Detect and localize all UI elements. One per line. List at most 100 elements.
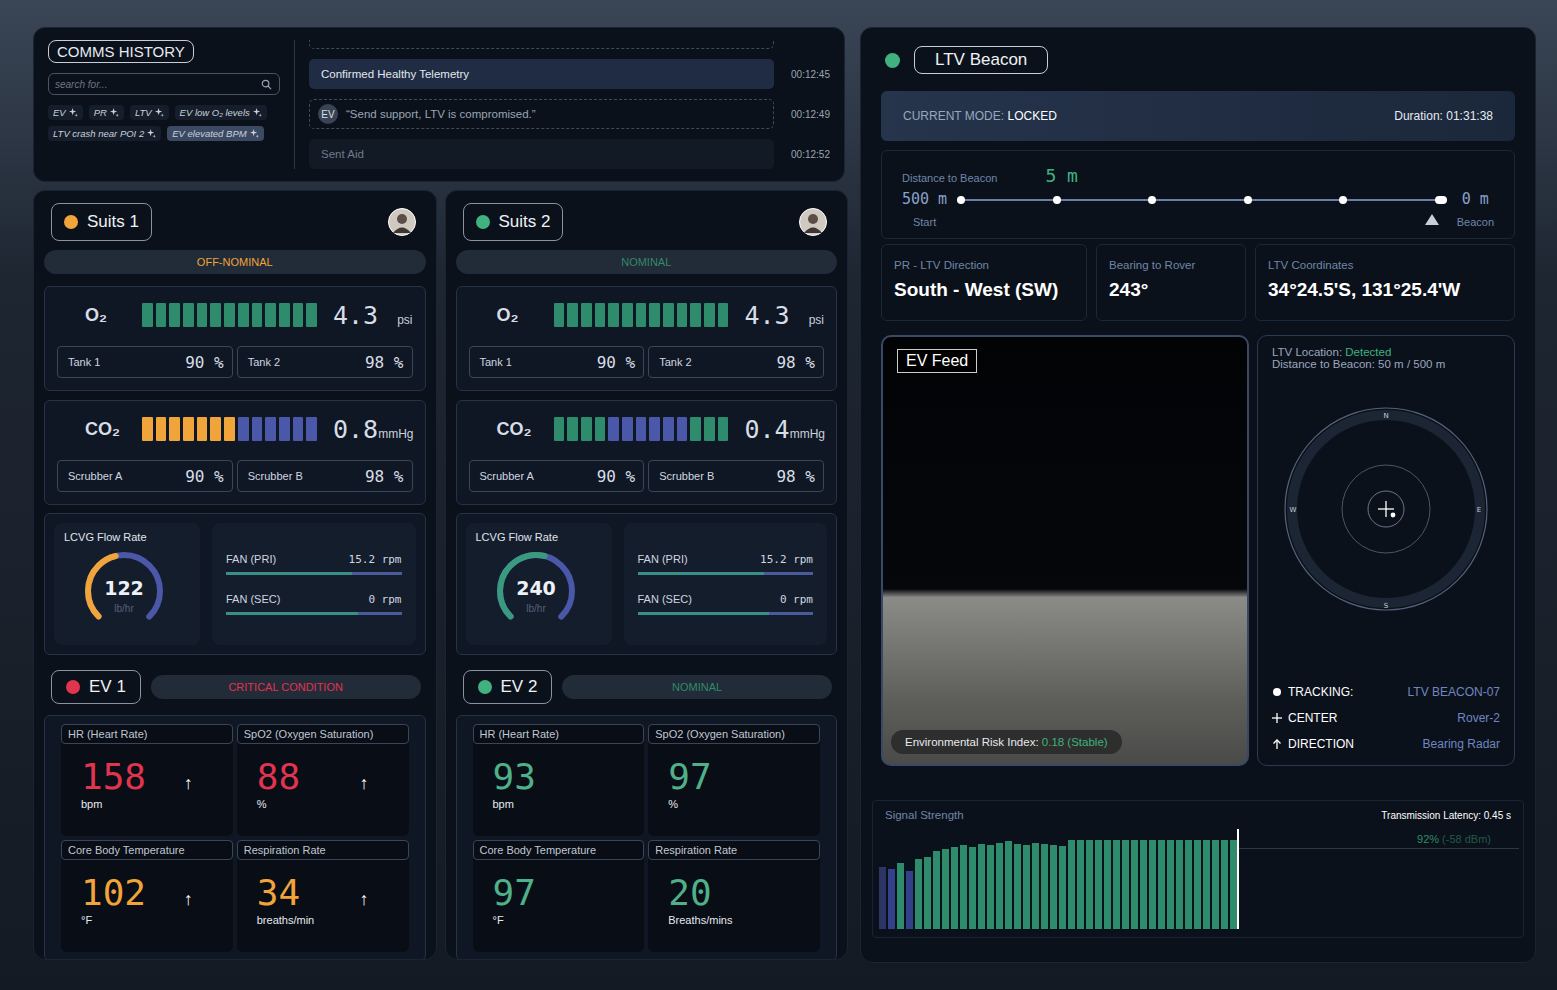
suit-panel: Suits 2NOMINALO₂4.3psiTank 190 %Tank 298… [445,190,849,960]
meter-segment [265,417,276,441]
distance-end: 0 mBeacon [1457,190,1494,228]
meter-segment [306,303,317,327]
beacon-title: LTV Beacon [914,46,1048,74]
meter-segment [252,417,263,441]
meter-segment [306,417,317,441]
info-card: LTV Coordinates34°24.5'S, 131°25.4'W [1255,244,1515,321]
signal-bar [1014,844,1021,929]
avatar-icon[interactable] [799,208,827,236]
ev-status: NOMINAL [562,675,832,699]
meter-segment [554,417,565,441]
filter-tags: EV PR LTV EV low O₂ levels LTV crash near PO… [48,105,280,141]
lcvg-card: LCVG Flow Rate240lb/hrFAN (PRI)15.2 rpmF… [456,513,838,655]
meter-segment [224,303,235,327]
feed-row: EV FeedEnvironmental Risk Index: 0.18 (S… [881,335,1515,766]
message-box[interactable] [309,40,774,49]
meter-segment [293,303,304,327]
meter-segment [649,303,660,327]
svg-text:S: S [1384,602,1389,610]
message-box[interactable]: Confirmed Healthy Telemetry [309,59,774,89]
meter-segment [581,303,592,327]
signal-bar [1122,840,1129,929]
filter-tag[interactable]: LTV crash near POI 2 [48,126,161,141]
svg-text:lb/hr: lb/hr [114,603,134,614]
vital-value: 20 [668,872,732,914]
signal-bar [933,851,940,929]
meter-segment [169,417,180,441]
search-field[interactable] [48,73,280,95]
gas-parts: Scrubber A90 %Scrubber B98 % [57,460,413,492]
message-row [309,40,830,49]
vital-value: 97 [493,872,536,914]
meter-segment [636,303,647,327]
part-box: Scrubber B98 % [648,460,824,492]
signal-bar [978,844,985,929]
search-input[interactable] [49,76,279,93]
meter-segment [183,417,194,441]
fan-row: FAN (SEC)0 rpm [638,593,814,615]
signal-bar [1077,840,1084,929]
message-box[interactable]: Sent Aid [309,139,774,169]
signal-bar [1059,846,1066,929]
meter-segment [183,303,194,327]
filter-tag[interactable]: EV [48,105,83,120]
fan-meter [226,612,402,615]
svg-text:N: N [1383,412,1388,420]
signal-strength: Signal StrengthTransmission Latency: 0.4… [872,800,1524,938]
meter-segment [663,417,674,441]
vital-tile: SpO2 (Oxygen Saturation)88%↑ [237,724,409,836]
meter-segment [704,303,715,327]
trend-arrow: ↑ [360,889,369,910]
vital-label: Core Body Temperature [61,840,233,860]
vital-value: 102 [81,872,146,914]
message-time: 00:12:45 [786,69,830,80]
meter-segment [238,303,249,327]
part-box: Scrubber A90 % [57,460,233,492]
lcvg-gauge: LCVG Flow Rate122lb/hr [54,523,200,645]
status-dot-icon [66,680,80,694]
vital-tile: Core Body Temperature102°F↑ [61,840,233,952]
signal-bar [1050,845,1057,929]
meter-segment [142,303,153,327]
left-column: COMMS HISTORYEVPRLTVEV low O₂ levelsLTV … [33,27,848,990]
filter-tag[interactable]: EV low O₂ levels [175,105,267,120]
meter-segment [265,303,276,327]
meter-segment [690,303,701,327]
message-box[interactable]: EV“Send support, LTV is compromised.” [309,99,774,129]
sparkle-icon [110,108,119,117]
beacon-header: LTV Beacon [881,46,1515,74]
sparkle-icon [253,108,262,117]
vital-unit: °F [81,914,146,926]
suit-status: OFF-NOMINAL [44,250,426,274]
part-box: Scrubber A90 % [469,460,645,492]
meter-segment [169,303,180,327]
vital-label: Core Body Temperature [473,840,645,860]
meter-segment [608,417,619,441]
ev-title: EV 2 [463,670,553,704]
signal-bar [1041,844,1048,929]
signal-bar [1095,840,1102,929]
fan-meter [638,612,814,615]
gas-card: CO₂0.4mmHgScrubber A90 %Scrubber B98 % [456,400,838,505]
filter-tag[interactable]: LTV [130,105,169,120]
meter-segment [224,417,235,441]
filter-tag[interactable]: PR [89,105,124,120]
suit-panel: Suits 1OFF-NOMINALO₂4.3psiTank 190 %Tank… [33,190,437,960]
dot-icon [1272,687,1282,697]
level-meter [554,303,729,327]
vital-tile: SpO2 (Oxygen Saturation)97% [648,724,820,836]
meter-segment [622,303,633,327]
distance-card: Distance to Beacon5 m500 mStart0 mBeacon [881,150,1515,239]
filter-tag[interactable]: EV elevated BPM [167,126,263,141]
sparkle-icon [155,108,164,117]
vital-unit: % [257,798,300,810]
track-stop [1053,196,1061,204]
vital-value: 97 [668,756,711,798]
avatar-icon[interactable] [388,208,416,236]
vitals-card: HR (Heart Rate)158bpm↑SpO2 (Oxygen Satur… [44,715,426,960]
status-dot-icon [885,53,900,68]
meter-segment [567,417,578,441]
radar-legend: TRACKING:LTV BEACON-07CENTERRover-2DIREC… [1272,685,1500,751]
gas-parts: Tank 190 %Tank 298 % [57,346,413,378]
gas-reading: CO₂0.8mmHg [57,413,413,445]
